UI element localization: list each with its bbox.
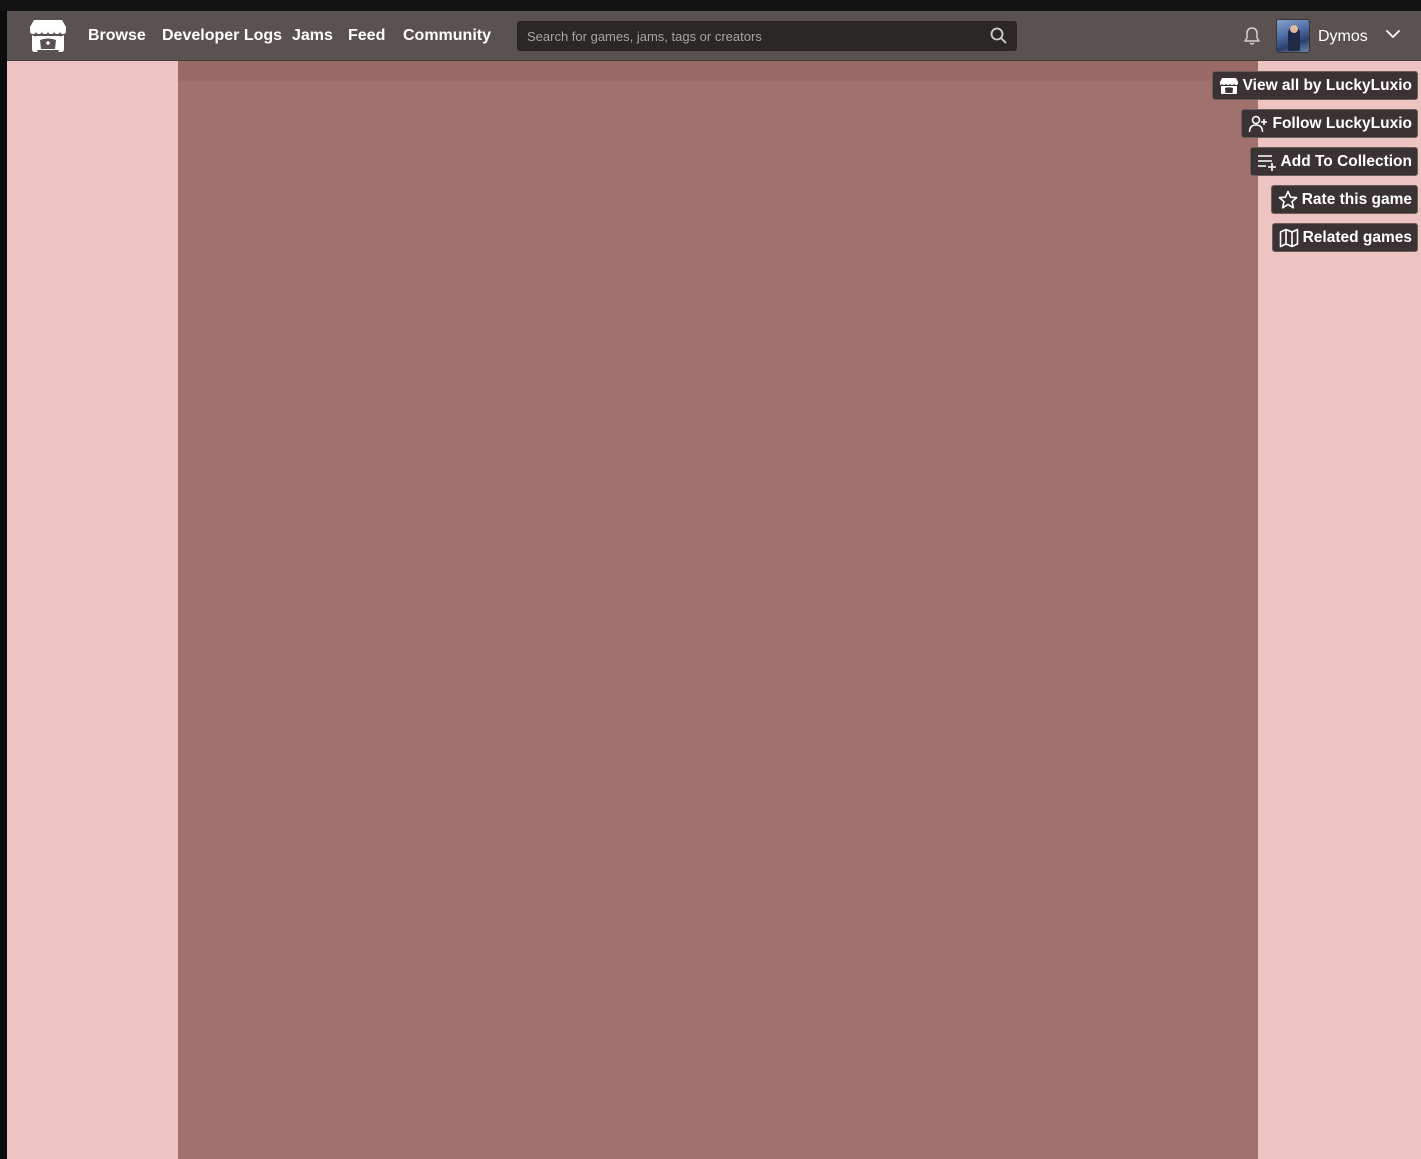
- avatar[interactable]: [1276, 19, 1310, 53]
- itchio-logo-icon: [1219, 77, 1238, 94]
- star-icon: [1278, 190, 1298, 209]
- related-games-label: Related games: [1302, 228, 1412, 246]
- add-to-collection-label: Add To Collection: [1280, 152, 1412, 170]
- window-left-edge: [0, 11, 7, 1159]
- follow-creator-button[interactable]: Follow LuckyLuxio: [1241, 109, 1418, 138]
- search-icon[interactable]: [990, 27, 1007, 44]
- game-content-column: [178, 61, 1258, 1159]
- search-input[interactable]: [517, 21, 977, 51]
- map-icon: [1279, 228, 1298, 247]
- game-header-band: [178, 61, 1258, 81]
- username[interactable]: Dymos: [1318, 26, 1368, 48]
- itchio-logo-icon[interactable]: [29, 19, 67, 53]
- window-top-bar: [0, 0, 1421, 11]
- add-to-collection-button[interactable]: Add To Collection: [1249, 147, 1418, 176]
- nav-jams-link[interactable]: Jams: [292, 25, 333, 47]
- search-box: [517, 21, 1017, 51]
- bell-icon[interactable]: [1243, 26, 1261, 46]
- related-games-button[interactable]: Related games: [1271, 223, 1418, 252]
- user-plus-icon: [1249, 115, 1268, 132]
- nav-developer-logs-link[interactable]: Developer Logs: [162, 25, 282, 47]
- rate-game-label: Rate this game: [1301, 190, 1412, 208]
- rate-game-button[interactable]: Rate this game: [1270, 185, 1418, 214]
- site-header: Browse Developer Logs Jams Feed Communit…: [7, 11, 1421, 61]
- follow-label: Follow LuckyLuxio: [1272, 114, 1412, 132]
- view-all-by-creator-button[interactable]: View all by LuckyLuxio: [1211, 71, 1418, 100]
- view-all-label: View all by LuckyLuxio: [1242, 76, 1412, 94]
- list-add-icon: [1257, 154, 1276, 171]
- nav-browse-link[interactable]: Browse: [88, 25, 146, 47]
- nav-community-link[interactable]: Community: [403, 25, 491, 47]
- nav-feed-link[interactable]: Feed: [348, 25, 385, 47]
- chevron-down-icon[interactable]: [1385, 28, 1401, 40]
